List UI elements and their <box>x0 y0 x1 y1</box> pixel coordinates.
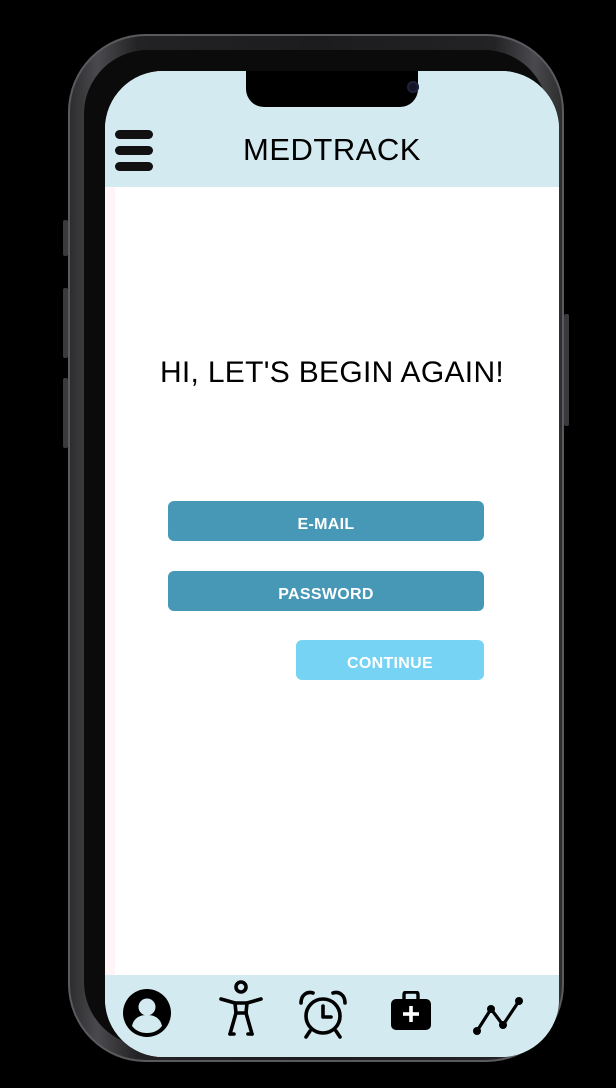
bezel: MEDTRACK HI, LET'S BEGIN AGAIN! E-MAIL P… <box>84 50 559 1057</box>
profile-icon[interactable] <box>121 987 173 1039</box>
volume-up-button <box>63 288 68 358</box>
body-icon[interactable] <box>217 980 265 1038</box>
medical-kit-icon[interactable] <box>389 991 433 1031</box>
app-title: MEDTRACK <box>243 132 421 167</box>
bottom-tab-bar <box>105 975 559 1057</box>
screen: MEDTRACK HI, LET'S BEGIN AGAIN! E-MAIL P… <box>105 71 559 1057</box>
notch <box>246 71 419 107</box>
greeting-heading: HI, LET'S BEGIN AGAIN! <box>159 356 505 389</box>
front-camera <box>407 81 419 93</box>
email-field[interactable]: E-MAIL <box>168 501 484 541</box>
phone-frame: MEDTRACK HI, LET'S BEGIN AGAIN! E-MAIL P… <box>63 34 569 1062</box>
screen-edge <box>105 187 115 975</box>
alarm-clock-icon[interactable] <box>297 989 349 1039</box>
continue-button[interactable]: CONTINUE <box>296 640 484 680</box>
trend-chart-icon[interactable] <box>471 993 527 1037</box>
password-field[interactable]: PASSWORD <box>168 571 484 611</box>
volume-down-button <box>63 378 68 448</box>
power-button <box>564 314 569 426</box>
silent-switch <box>63 220 68 256</box>
